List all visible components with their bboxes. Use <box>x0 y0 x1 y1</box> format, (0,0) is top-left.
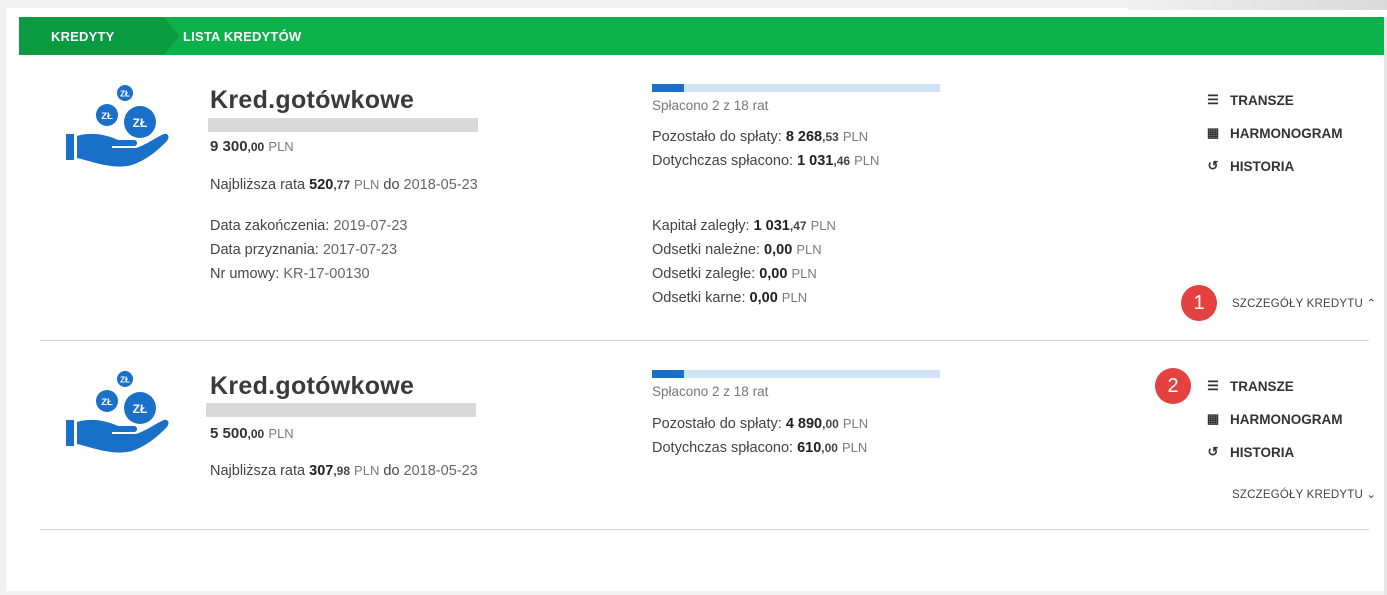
top-shade <box>1127 0 1387 10</box>
next-rate: Najbliższa rata 307,98 PLN do 2018-05-23 <box>210 463 478 479</box>
historia-link[interactable]: ↺ HISTORIA <box>1206 444 1295 460</box>
capital-overdue: Kapitał zaległy: 1 031,47 PLN <box>652 218 836 234</box>
hand-coins-icon: ZŁ ZŁ ZŁ <box>60 370 172 467</box>
calendar-icon: ▦ <box>1206 125 1220 140</box>
transze-label[interactable]: TRANSZE <box>1230 379 1294 394</box>
harmonogram-link[interactable]: ▦ HARMONOGRAM <box>1206 125 1343 141</box>
paid-so-far: Dotychczas spłacono: 610,00 PLN <box>652 440 868 456</box>
transze-label[interactable]: TRANSZE <box>1230 93 1294 108</box>
list-icon: ☰ <box>1207 92 1219 107</box>
redacted-account-number <box>206 403 476 417</box>
next-rate: Najbliższa rata 520,77 PLN do 2018-05-23 <box>210 177 478 193</box>
breadcrumb: KREDYTY LISTA KREDYTÓW <box>19 17 1387 55</box>
loan-name[interactable]: Kred.gotówkowe <box>210 372 414 401</box>
breadcrumb-label-lista[interactable]: LISTA KREDYTÓW <box>183 29 301 44</box>
paid-so-far: Dotychczas spłacono: 1 031,46 PLN <box>652 153 880 169</box>
harmonogram-label[interactable]: HARMONOGRAM <box>1230 126 1343 141</box>
remaining-amount: Pozostało do spłaty: 8 268,53 PLN <box>652 129 869 145</box>
paid-installments: Spłacono 2 z 18 rat <box>652 384 769 399</box>
repayment-progress <box>652 84 940 92</box>
breadcrumb-item-kredyty[interactable]: KREDYTY <box>19 17 164 55</box>
chevron-up-icon: ⌃ <box>1366 298 1377 310</box>
loan-divider <box>40 340 1369 341</box>
breadcrumb-separator <box>164 17 179 55</box>
list-icon: ☰ <box>1207 378 1219 393</box>
interest-overdue: Odsetki zaległe: 0,00 PLN <box>652 266 817 282</box>
penalty-interest: Odsetki karne: 0,00 PLN <box>652 290 808 306</box>
svg-text:ZŁ: ZŁ <box>133 116 148 130</box>
remaining-amount: Pozostało do spłaty: 4 890,00 PLN <box>652 416 869 432</box>
repayment-progress-fill <box>652 370 684 378</box>
calendar-icon: ▦ <box>1206 411 1220 426</box>
svg-text:ZŁ: ZŁ <box>101 397 113 408</box>
harmonogram-label[interactable]: HARMONOGRAM <box>1230 412 1343 427</box>
contract-number: Nr umowy: KR-17-00130 <box>210 266 370 282</box>
details-toggle[interactable]: SZCZEGÓŁY KREDYTU ⌄ <box>1232 487 1376 501</box>
interest-due: Odsetki należne: 0,00 PLN <box>652 242 822 258</box>
historia-label[interactable]: HISTORIA <box>1230 159 1294 174</box>
harmonogram-link[interactable]: ▦ HARMONOGRAM <box>1206 411 1343 427</box>
breadcrumb-label-kredyty[interactable]: KREDYTY <box>51 29 115 44</box>
paid-installments: Spłacono 2 z 18 rat <box>652 98 769 113</box>
svg-text:ZŁ: ZŁ <box>133 402 148 416</box>
loan-amount: 5 500,00 PLN <box>210 425 294 442</box>
end-date: Data zakończenia: 2019-07-23 <box>210 218 408 234</box>
history-icon: ↺ <box>1207 444 1219 459</box>
loan-amount: 9 300,00 PLN <box>210 138 294 155</box>
historia-label[interactable]: HISTORIA <box>1230 445 1294 460</box>
hand-coins-icon: ZŁ ZŁ ZŁ <box>60 84 172 181</box>
history-icon: ↺ <box>1207 158 1219 173</box>
loan-name[interactable]: Kred.gotówkowe <box>210 86 414 115</box>
svg-text:ZŁ: ZŁ <box>120 90 130 99</box>
annotation-badge-2: 2 <box>1155 368 1191 404</box>
grant-date: Data przyznania: 2017-07-23 <box>210 242 398 258</box>
loan-divider <box>40 529 1369 530</box>
transze-link[interactable]: ☰ TRANSZE <box>1206 378 1294 394</box>
repayment-progress-fill <box>652 84 684 92</box>
redacted-account-number <box>208 118 478 132</box>
transze-link[interactable]: ☰ TRANSZE <box>1206 92 1294 108</box>
historia-link[interactable]: ↺ HISTORIA <box>1206 158 1295 174</box>
details-toggle[interactable]: SZCZEGÓŁY KREDYTU ⌃ <box>1232 296 1376 310</box>
chevron-down-icon: ⌄ <box>1366 489 1377 501</box>
repayment-progress <box>652 370 940 378</box>
svg-text:ZŁ: ZŁ <box>101 111 113 122</box>
svg-text:ZŁ: ZŁ <box>120 376 130 385</box>
annotation-badge-1: 1 <box>1181 285 1217 321</box>
